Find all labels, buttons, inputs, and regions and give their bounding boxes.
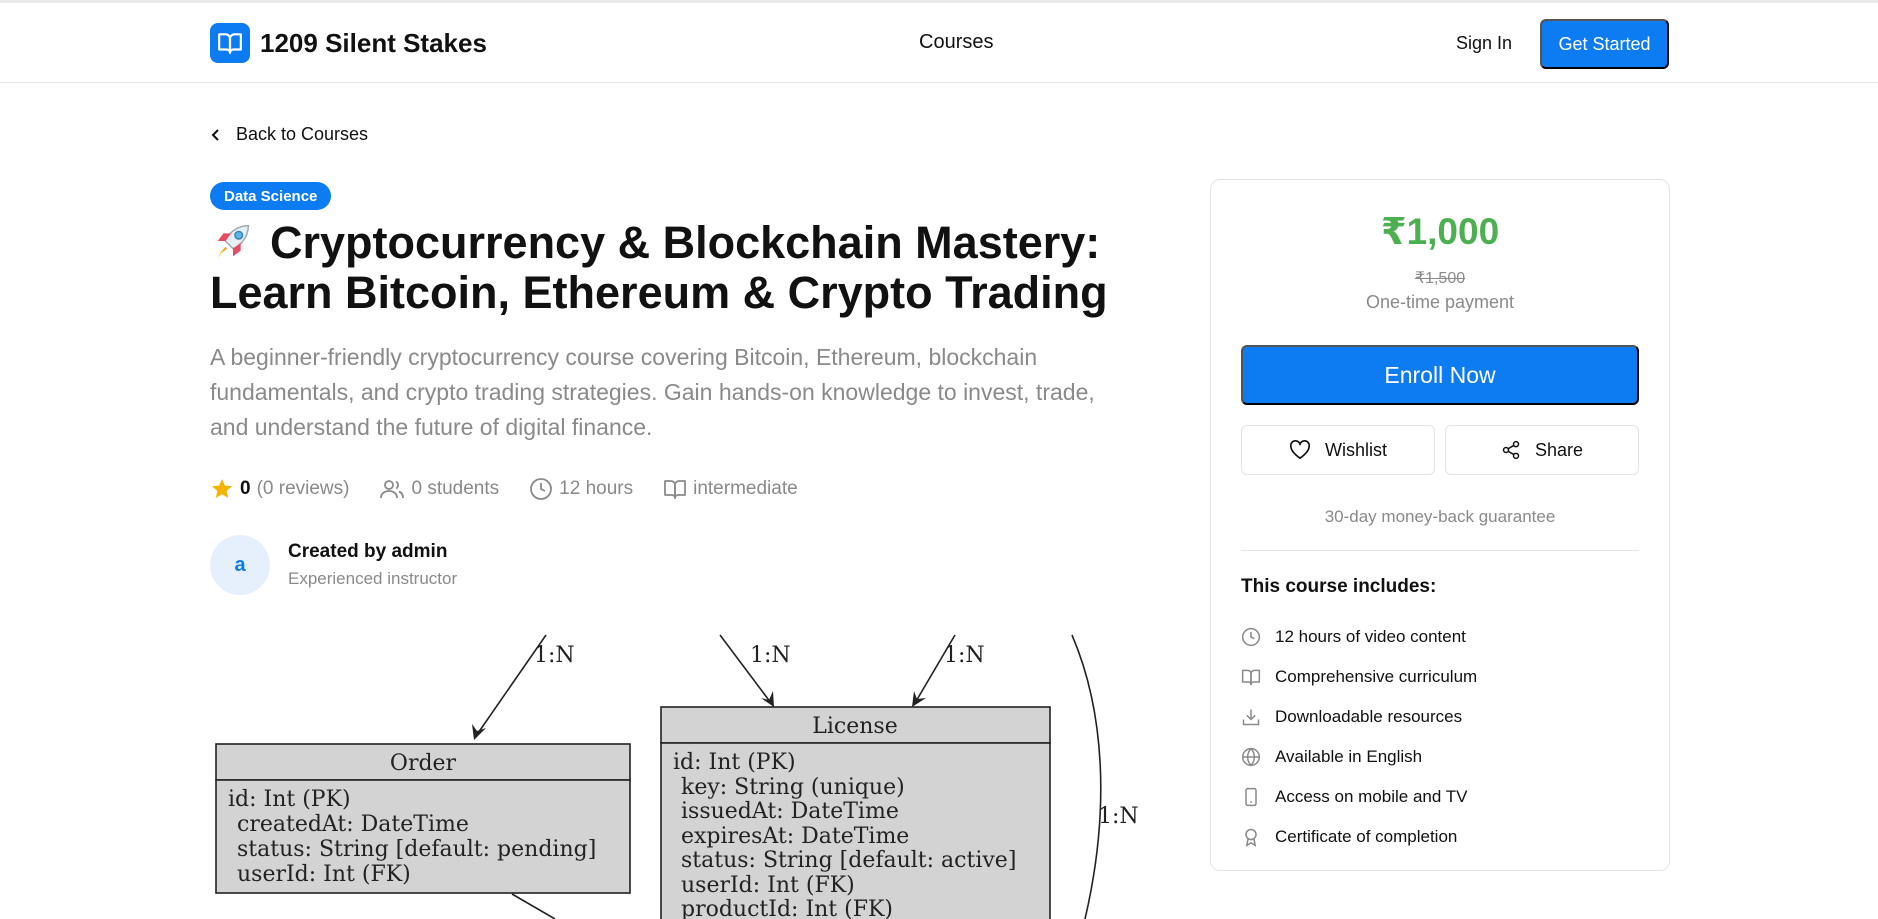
original-price: ₹1,500 [1414, 270, 1466, 287]
instructor-block: a Created by admin Experienced instructo… [210, 535, 457, 595]
license-field: status: String [default: active] [681, 848, 1016, 873]
license-field: issuedAt: DateTime [681, 799, 899, 824]
rating-value: 0 [240, 478, 251, 499]
list-item: 12 hours of video content [1241, 617, 1477, 657]
students-stat: 0 students [379, 477, 499, 501]
instructor-name: Created by admin [288, 541, 448, 562]
include-label: Certificate of completion [1275, 827, 1458, 846]
brand-name: 1209 Silent Stakes [260, 27, 487, 58]
license-field: key: String (unique) [681, 775, 905, 800]
nav-courses-link[interactable]: Courses [919, 31, 993, 54]
level-stat: intermediate [663, 477, 798, 501]
include-label: Comprehensive curriculum [1275, 667, 1478, 686]
course-stats: 0 (0 reviews) 0 students 12 hours interm… [210, 477, 828, 501]
share-label: Share [1534, 439, 1584, 460]
duration-stat: 12 hours [529, 477, 633, 501]
list-item: Comprehensive curriculum [1241, 657, 1477, 697]
instructor-role: Experienced instructor [288, 569, 458, 588]
wishlist-button[interactable]: Wishlist [1241, 425, 1435, 475]
include-label: Downloadable resources [1275, 707, 1463, 726]
share-icon [1502, 440, 1520, 460]
enroll-now-button[interactable]: Enroll Now [1241, 345, 1639, 405]
list-item: Certificate of completion [1241, 817, 1477, 857]
license-field: id: Int (PK) [673, 750, 796, 775]
relation-curve [1071, 634, 1102, 919]
course-title: Cryptocurrency & Blockchain Mastery: Lea… [210, 218, 1140, 318]
course-price: ₹1,000 [1380, 211, 1500, 252]
er-diagram: 1:N 1:N 1:N 1:N Order id: Int (PK) creat… [210, 632, 1170, 919]
rocket-icon [217, 224, 250, 259]
clock-icon [1241, 627, 1261, 647]
reviews-count: (0 reviews) [256, 478, 350, 499]
wishlist-label: Wishlist [1325, 439, 1387, 460]
chevron-left-icon [211, 128, 219, 141]
back-link-label: Back to Courses [236, 124, 369, 144]
sign-in-link[interactable]: Sign In [1456, 33, 1512, 54]
include-label: Available in English [1275, 747, 1423, 766]
heart-icon [1290, 440, 1310, 459]
includes-title: This course includes: [1241, 576, 1437, 597]
order-field: id: Int (PK) [228, 787, 351, 812]
license-field: userId: Int (FK) [681, 873, 855, 898]
rating-stat: 0 (0 reviews) [210, 477, 349, 501]
star-icon [212, 479, 232, 498]
order-entity-name: Order [390, 751, 457, 776]
list-item: Access on mobile and TV [1241, 777, 1477, 817]
back-to-courses-link[interactable]: Back to Courses [210, 124, 368, 145]
course-title-text: Cryptocurrency & Blockchain Mastery: Lea… [210, 217, 1108, 318]
list-item: Available in English [1241, 737, 1477, 777]
divider [1241, 550, 1639, 551]
download-icon [1242, 709, 1260, 726]
guarantee-text: 30-day money-back guarantee [1324, 507, 1556, 526]
award-icon [1245, 828, 1257, 847]
include-label: Access on mobile and TV [1275, 787, 1468, 806]
license-entity: License id: Int (PK) key: String (unique… [660, 706, 1051, 919]
book-icon [1241, 669, 1261, 686]
relation-label: 1:N [534, 643, 575, 668]
students-count: 0 students [411, 478, 500, 499]
relation-line [511, 893, 556, 919]
relation-label: 1:N [1098, 804, 1139, 829]
clock-icon [530, 478, 553, 500]
includes-list: 12 hours of video content Comprehensive … [1241, 617, 1477, 857]
category-badge: Data Science [210, 182, 332, 210]
site-header: 1209 Silent Stakes Courses Sign In Get S… [0, 3, 1878, 83]
order-entity: Order id: Int (PK) createdAt: DateTime s… [215, 743, 631, 894]
pricing-card: ₹1,000 ₹1,500 One-time payment Enroll No… [1210, 179, 1670, 871]
relation-label: 1:N [750, 643, 791, 668]
relation-label: 1:N [944, 643, 985, 668]
order-field: createdAt: DateTime [237, 812, 469, 837]
list-item: Downloadable resources [1241, 697, 1477, 737]
avatar: a [210, 535, 270, 595]
relation-arrowhead [912, 691, 926, 707]
globe-icon [1241, 747, 1261, 767]
level-value: intermediate [693, 478, 798, 499]
book-open-icon [664, 480, 687, 499]
include-label: 12 hours of video content [1275, 627, 1466, 646]
license-entity-name: License [812, 714, 897, 739]
order-field: userId: Int (FK) [237, 862, 411, 887]
get-started-button[interactable]: Get Started [1540, 19, 1669, 69]
payment-type: One-time payment [1365, 292, 1515, 312]
brand[interactable]: 1209 Silent Stakes [210, 23, 487, 63]
users-icon [380, 480, 405, 499]
share-button[interactable]: Share [1445, 425, 1639, 475]
license-field: productId: Int (FK) [681, 897, 893, 919]
course-description: A beginner-friendly cryptocurrency cours… [210, 344, 1095, 440]
relation-arrowhead [472, 724, 486, 740]
license-field: expiresAt: DateTime [681, 824, 909, 849]
mobile-icon [1245, 787, 1257, 807]
order-field: status: String [default: pending] [237, 837, 596, 862]
duration-value: 12 hours [559, 478, 634, 499]
book-logo-icon [210, 23, 250, 63]
